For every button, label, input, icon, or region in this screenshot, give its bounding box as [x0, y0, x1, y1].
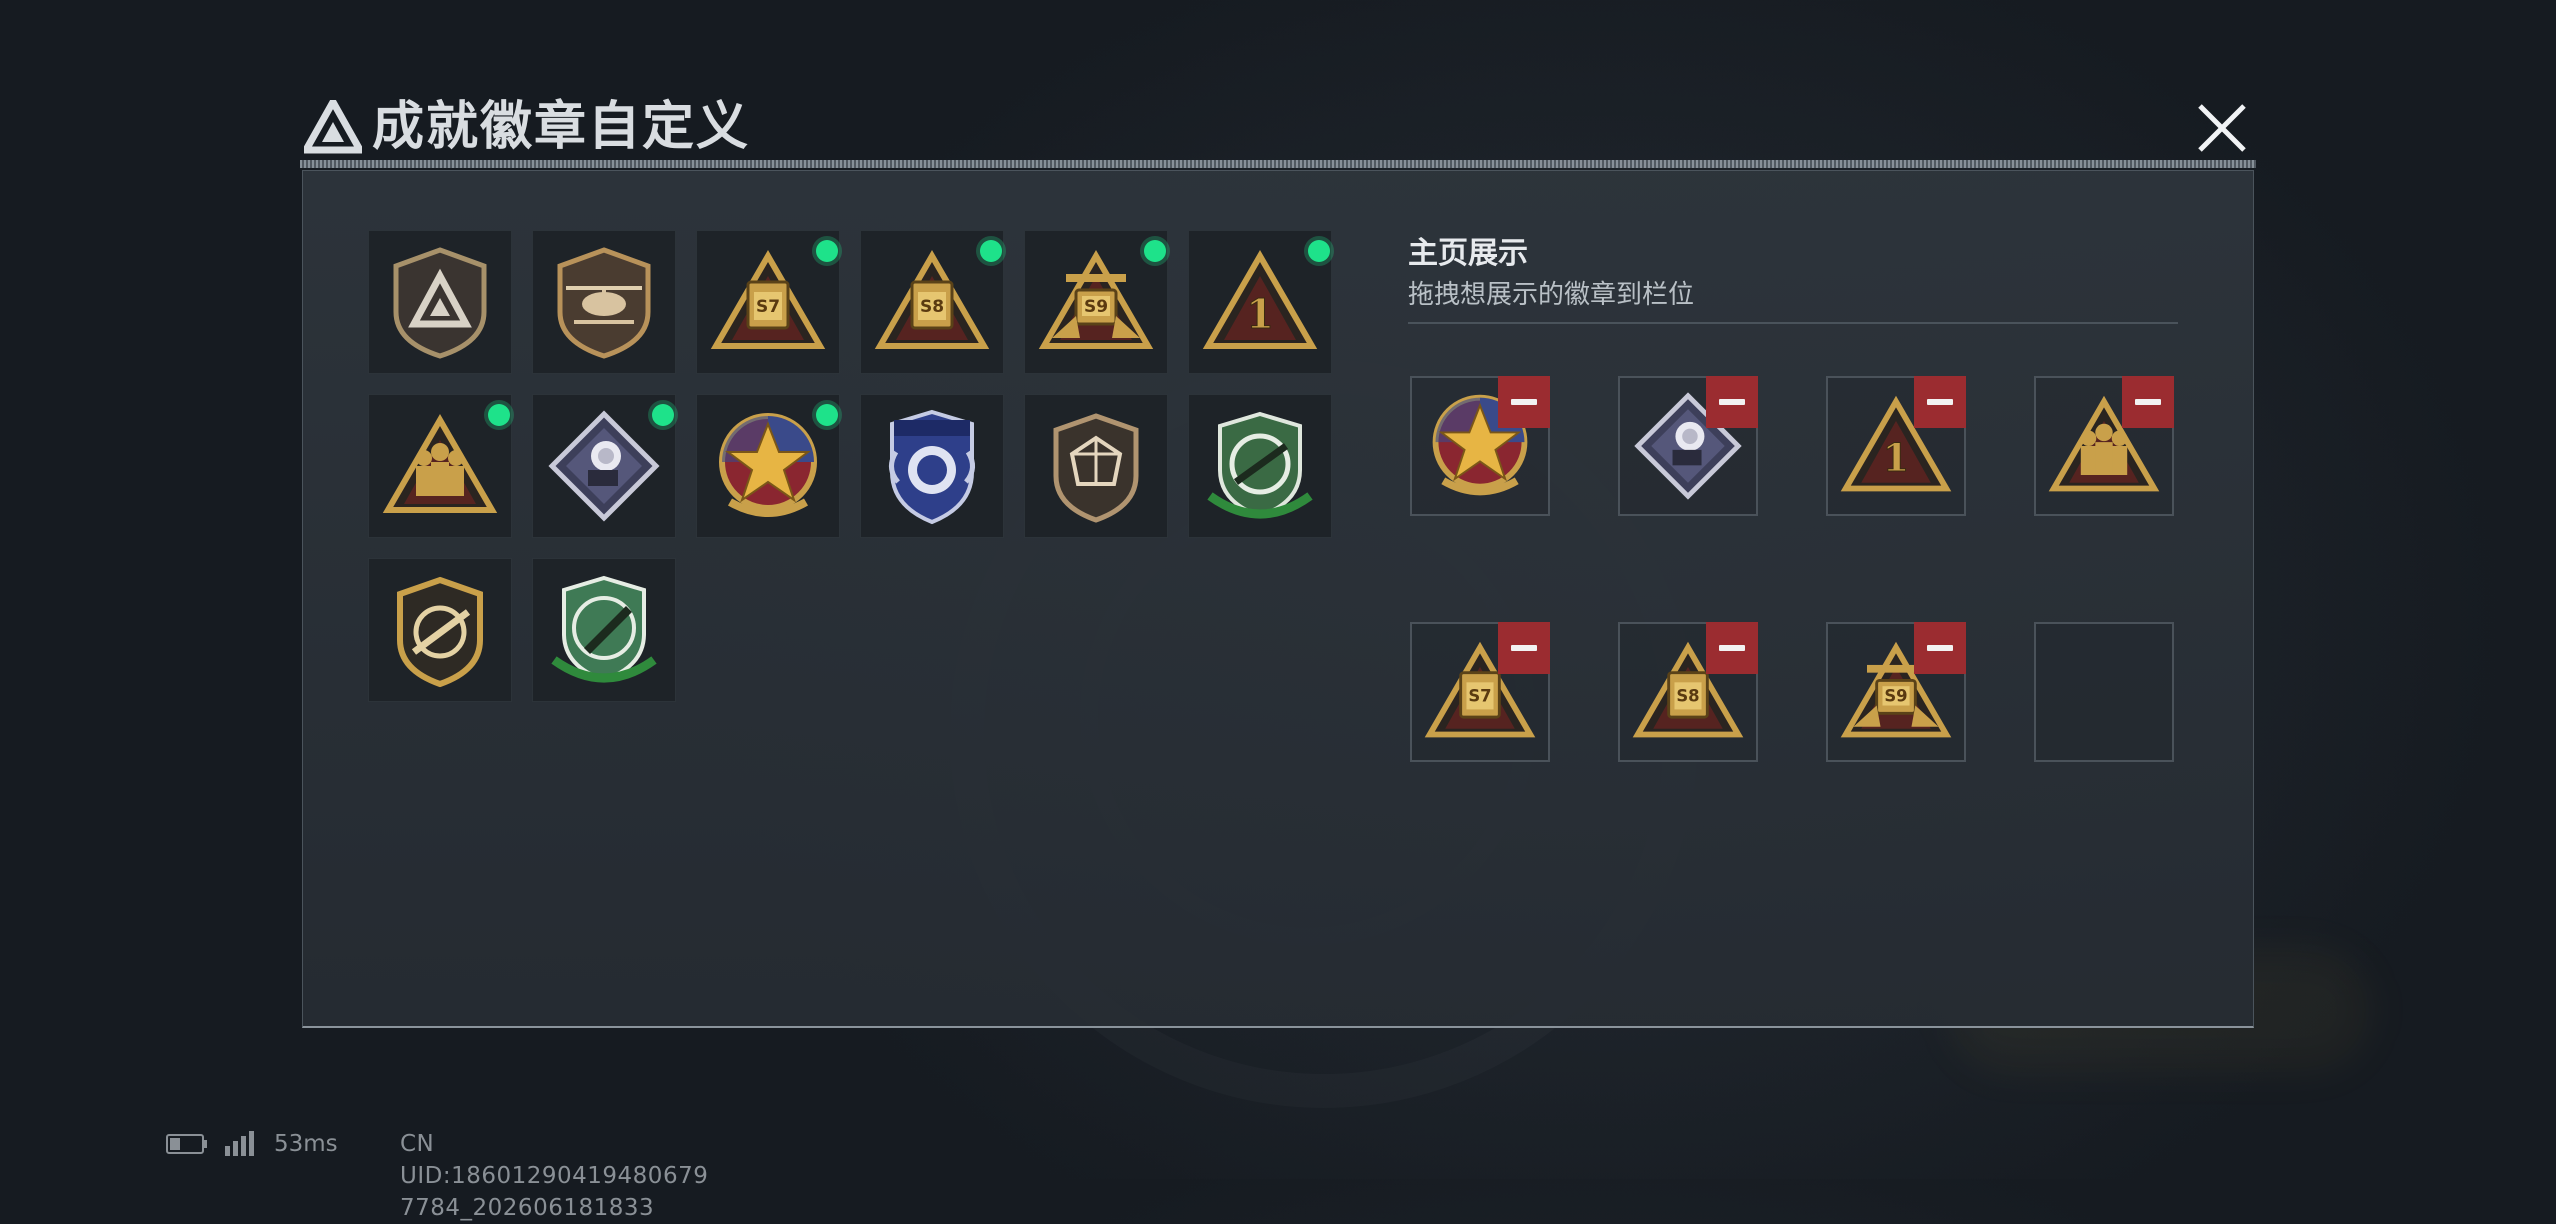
signal-icon — [225, 1131, 254, 1156]
badge-item[interactable] — [696, 394, 840, 538]
svg-text:S8: S8 — [920, 297, 944, 317]
svg-text:S7: S7 — [1468, 687, 1491, 706]
display-section-title: 主页展示 — [1408, 236, 1528, 271]
season-s7-badge-icon: S7 — [710, 250, 826, 349]
display-slot[interactable] — [1410, 376, 1550, 516]
svg-text:1: 1 — [1246, 291, 1274, 338]
badge-item[interactable]: S7 — [696, 230, 840, 374]
delta-logo-icon — [304, 100, 362, 154]
rose-diamond-badge-icon — [548, 410, 660, 522]
display-slot[interactable]: S9 — [1826, 622, 1966, 762]
display-slot[interactable]: S8 — [1618, 622, 1758, 762]
new-indicator-dot — [816, 404, 838, 426]
badge-item[interactable] — [1188, 394, 1332, 538]
remove-badge-button[interactable] — [1498, 622, 1550, 674]
new-indicator-dot — [816, 240, 838, 262]
badge-item[interactable]: S8 — [860, 230, 1004, 374]
new-indicator-dot — [488, 404, 510, 426]
badge-item[interactable] — [532, 230, 676, 374]
svg-text:S7: S7 — [756, 297, 780, 317]
new-indicator-dot — [652, 404, 674, 426]
remove-badge-button[interactable] — [1914, 622, 1966, 674]
user-uid: CN UID:18601290419480679​7784_2026061818… — [400, 1131, 709, 1221]
new-indicator-dot — [1144, 240, 1166, 262]
svg-text:S9: S9 — [1084, 297, 1108, 317]
star-medal-badge-icon — [719, 413, 817, 517]
title-divider — [300, 160, 2256, 168]
dialog-title: 成就徽章自定义 — [372, 97, 751, 157]
close-icon[interactable] — [2186, 92, 2258, 164]
badge-item[interactable] — [860, 394, 1004, 538]
dialog-header: 成就徽章自定义 — [300, 88, 2256, 168]
display-divider — [1408, 322, 2178, 324]
new-indicator-dot — [1308, 240, 1330, 262]
badge-item[interactable] — [368, 230, 512, 374]
shield-triangle-badge-icon — [393, 247, 487, 359]
badge-item[interactable]: S9 — [1024, 230, 1168, 374]
display-slot[interactable] — [2034, 376, 2174, 516]
badge-item[interactable] — [368, 558, 512, 702]
badge-item[interactable] — [532, 558, 676, 702]
season-s8-badge-icon: S8 — [874, 250, 990, 349]
battery-icon — [166, 1134, 207, 1154]
helicopter-shield-badge-icon — [557, 247, 651, 359]
display-slot[interactable]: S7 — [1410, 622, 1550, 762]
display-section-hint: 拖拽想展示的徽章到栏位 — [1408, 280, 1695, 310]
blue-wing-shield-badge-icon — [889, 409, 975, 525]
season-s9-badge-icon: S9 — [1038, 250, 1154, 349]
svg-text:S8: S8 — [1676, 687, 1699, 706]
squad-triangle-badge-icon — [382, 414, 498, 513]
ping-value: 53ms — [274, 1131, 338, 1157]
display-slot[interactable]: 1 — [1826, 376, 1966, 516]
remove-badge-button[interactable] — [2122, 376, 2174, 428]
remove-badge-button[interactable] — [1498, 376, 1550, 428]
rank-one-badge-icon: 1 — [1202, 250, 1318, 349]
green-knife-scope-badge-icon — [551, 575, 657, 683]
green-rifle-scope-badge-icon — [1207, 411, 1313, 519]
display-slot[interactable] — [1618, 376, 1758, 516]
svg-text:S9: S9 — [1884, 687, 1907, 706]
remove-badge-button[interactable] — [1706, 622, 1758, 674]
gold-rifle-shield-badge-icon — [397, 576, 483, 688]
new-indicator-dot — [980, 240, 1002, 262]
remove-badge-button[interactable] — [1914, 376, 1966, 428]
badge-item[interactable] — [1024, 394, 1168, 538]
badge-item[interactable]: 1 — [1188, 230, 1332, 374]
display-slot-empty[interactable] — [2034, 622, 2174, 762]
svg-text:1: 1 — [1883, 436, 1910, 481]
gem-shield-badge-icon — [1053, 413, 1139, 523]
badge-item[interactable] — [532, 394, 676, 538]
remove-badge-button[interactable] — [1706, 376, 1758, 428]
badge-item[interactable] — [368, 394, 512, 538]
